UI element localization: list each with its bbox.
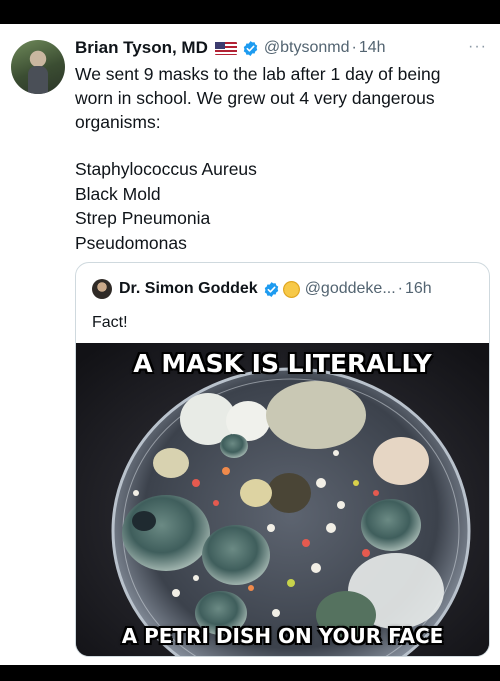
quoted-header-separator: · — [397, 280, 403, 297]
top-black-bar — [0, 0, 500, 24]
petri-dish-illustration — [76, 343, 489, 656]
quoted-tweet-text: Fact! — [92, 314, 128, 331]
tweet-timestamp[interactable]: 14h — [359, 39, 386, 57]
meme-caption-top: A MASK IS LITERALLY — [133, 349, 432, 378]
verified-badge-icon — [243, 40, 258, 56]
tweet-header: Brian Tyson, MD @btysonmd · 14h — [75, 36, 386, 60]
quoted-author-name[interactable]: Dr. Simon Goddek — [119, 280, 258, 298]
quoted-author-handle[interactable]: @goddeke... — [305, 280, 396, 298]
emoji-icon — [282, 280, 300, 298]
more-options-icon[interactable]: ··· — [468, 38, 487, 56]
tweet-text: We sent 9 masks to the lab after 1 day o… — [75, 62, 475, 134]
organism-list: Staphylococcus Aureus Black Mold Strep P… — [75, 157, 257, 255]
bottom-black-bar — [0, 665, 500, 681]
quoted-author-avatar[interactable] — [92, 279, 112, 299]
organism-item: Pseudomonas — [75, 232, 187, 253]
author-avatar[interactable] — [11, 40, 65, 94]
author-handle[interactable]: @btysonmd — [264, 39, 350, 57]
quoted-timestamp[interactable]: 16h — [405, 280, 432, 298]
meme-caption-bottom: A PETRI DISH ON YOUR FACE — [121, 624, 444, 648]
header-separator: · — [351, 39, 357, 56]
us-flag-icon — [214, 41, 237, 55]
tweet-body: We sent 9 masks to the lab after 1 day o… — [75, 64, 441, 132]
organism-item: Black Mold — [75, 183, 161, 204]
organism-item: Strep Pneumonia — [75, 208, 211, 228]
organism-item: Staphylococcus Aureus — [75, 159, 257, 179]
quoted-tweet-header: Dr. Simon Goddek @goddeke... · 16h — [92, 278, 432, 300]
verified-badge-icon — [264, 281, 278, 297]
quoted-tweet[interactable]: Dr. Simon Goddek @goddeke... · 16h Fact! — [75, 262, 490, 657]
quoted-meme-image[interactable]: A MASK IS LITERALLY A PETRI DISH ON YOUR… — [76, 343, 489, 656]
tweet[interactable]: Brian Tyson, MD @btysonmd · 14h ··· We s… — [0, 24, 500, 665]
author-name[interactable]: Brian Tyson, MD — [75, 38, 208, 58]
